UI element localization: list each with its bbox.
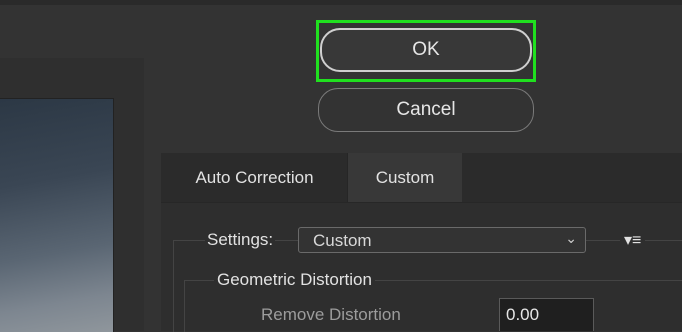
top-strip (0, 0, 682, 5)
settings-dropdown[interactable]: Custom ⌄ (298, 227, 586, 253)
tab-auto-correction-label: Auto Correction (195, 167, 314, 187)
ok-button[interactable]: OK (320, 28, 532, 72)
geometric-distortion-label: Geometric Distortion (214, 270, 375, 290)
tab-custom-label: Custom (375, 167, 435, 187)
remove-distortion-label: Remove Distortion (261, 305, 401, 324)
settings-dropdown-value: Custom (313, 231, 372, 250)
cancel-button[interactable]: Cancel (318, 88, 534, 132)
cancel-button-label: Cancel (396, 99, 456, 120)
settings-label: Settings: (205, 230, 276, 250)
tab-custom[interactable]: Custom (348, 153, 462, 202)
ok-button-label: OK (412, 39, 440, 60)
remove-distortion-input[interactable]: 0.00 (499, 298, 594, 331)
tab-auto-correction[interactable]: Auto Correction (162, 153, 348, 202)
chevron-down-icon: ⌄ (565, 230, 577, 246)
image-preview (0, 98, 114, 332)
panel-menu-icon[interactable]: ▾≡ (620, 230, 646, 250)
